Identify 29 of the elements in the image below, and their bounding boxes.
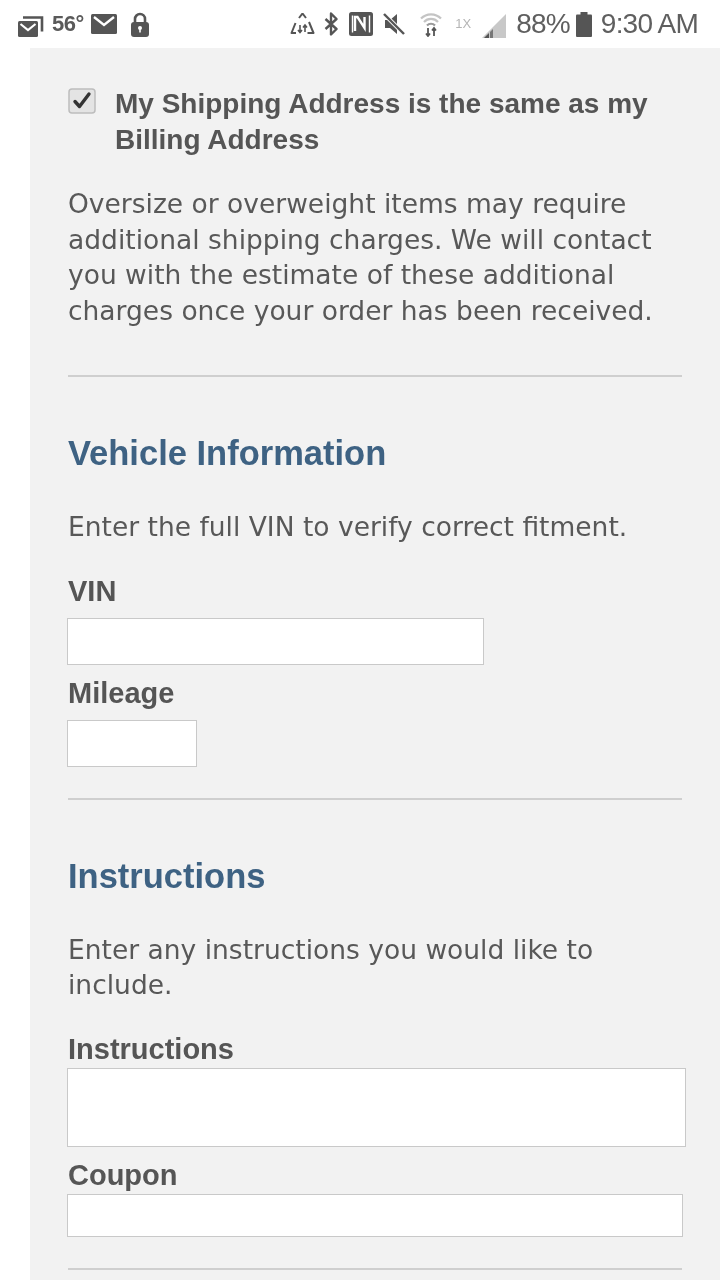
field-label: Instructions — [68, 1031, 234, 1066]
input-field[interactable] — [67, 1193, 683, 1237]
battery-icon — [575, 11, 592, 37]
battery-percent-text: 88% — [516, 8, 570, 40]
signal-icon — [482, 14, 507, 38]
input-field[interactable] — [67, 719, 197, 767]
checkbox[interactable] — [68, 88, 96, 114]
mute-icon — [382, 12, 407, 36]
field-label: Coupon — [68, 1157, 178, 1192]
field-label: Mileage — [68, 675, 175, 710]
recycle-icon — [290, 13, 316, 35]
section-description: Enter any instructions you would like to include. — [68, 932, 595, 1002]
clock-text: 9:30 AM — [600, 8, 698, 40]
section-description: Enter the full VIN to verify correct fitment. — [68, 510, 629, 544]
bluetooth-icon — [324, 12, 339, 36]
checkbox-label: My Shipping Address is the same as my Billing Address — [115, 87, 649, 157]
textarea-field[interactable] — [67, 1067, 686, 1147]
nfc-icon — [349, 12, 374, 36]
mail-stack-icon — [18, 13, 44, 37]
input-field[interactable] — [67, 617, 484, 665]
lock-icon — [130, 11, 149, 37]
field-label: VIN — [68, 573, 117, 608]
temperature-text: 56° — [52, 11, 84, 37]
section-heading: Vehicle Information — [68, 433, 388, 473]
shipping-note-text: Oversize or overweight items may require additional shipping charges. We will contact you with the estimate of these additional charges once your order has been received. — [68, 187, 654, 328]
section-heading: Instructions — [68, 855, 267, 896]
wifi-icon — [420, 11, 443, 37]
mail-icon — [90, 14, 117, 34]
network-type-text: 1X — [455, 16, 472, 31]
